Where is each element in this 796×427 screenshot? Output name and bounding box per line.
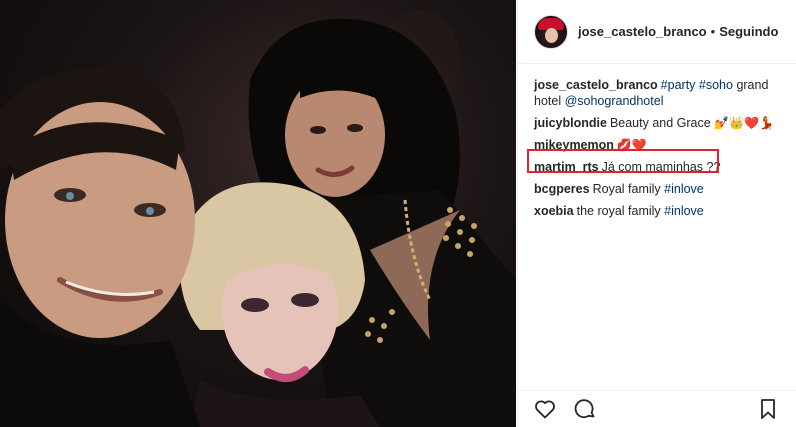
- post-header: jose_castelo_branco • Seguindo: [518, 0, 796, 64]
- username-link[interactable]: jose_castelo_branco: [578, 24, 707, 39]
- comment-row: juicyblondie Beauty and Grace 💅👑❤️💃: [534, 115, 780, 131]
- following-button[interactable]: Seguindo: [719, 24, 778, 39]
- comment-icon[interactable]: [573, 397, 597, 421]
- hashtag-link[interactable]: @sohograndhotel: [565, 94, 664, 108]
- comment-text: Beauty and Grace: [609, 116, 715, 130]
- hashtag-link[interactable]: #inlove: [664, 204, 704, 218]
- avatar-face: [545, 27, 558, 43]
- post-photo[interactable]: [0, 0, 516, 427]
- hashtag-link[interactable]: #inlove: [664, 182, 704, 196]
- comment-username[interactable]: xoebia: [534, 204, 574, 218]
- comment-row: bcgperes Royal family #inlove: [534, 181, 780, 197]
- comment-username[interactable]: jose_castelo_branco: [534, 78, 658, 92]
- comment-username[interactable]: bcgperes: [534, 182, 590, 196]
- comment-text: the royal family: [576, 204, 665, 218]
- comment-emoji: 💅👑❤️💃: [714, 116, 774, 130]
- comments-list: jose_castelo_branco #party #soho grand ho…: [518, 64, 796, 219]
- hashtag-link[interactable]: #soho: [699, 78, 733, 92]
- comment-row: jose_castelo_branco #party #soho grand ho…: [534, 77, 780, 109]
- comment-row: xoebia the royal family #inlove: [534, 203, 780, 219]
- avatar[interactable]: [534, 14, 568, 49]
- bookmark-icon[interactable]: [756, 397, 780, 421]
- comment-username[interactable]: juicyblondie: [534, 116, 607, 130]
- heart-icon[interactable]: [533, 397, 557, 421]
- hashtag-link[interactable]: #party: [661, 78, 696, 92]
- header-separator: •: [710, 24, 716, 39]
- highlight-box: [527, 149, 719, 173]
- post-side-panel: jose_castelo_branco • Seguindo jose_cast…: [517, 0, 796, 427]
- comment-text: Royal family: [592, 182, 665, 196]
- photo-illustration: [0, 10, 516, 427]
- action-bar: [517, 390, 796, 427]
